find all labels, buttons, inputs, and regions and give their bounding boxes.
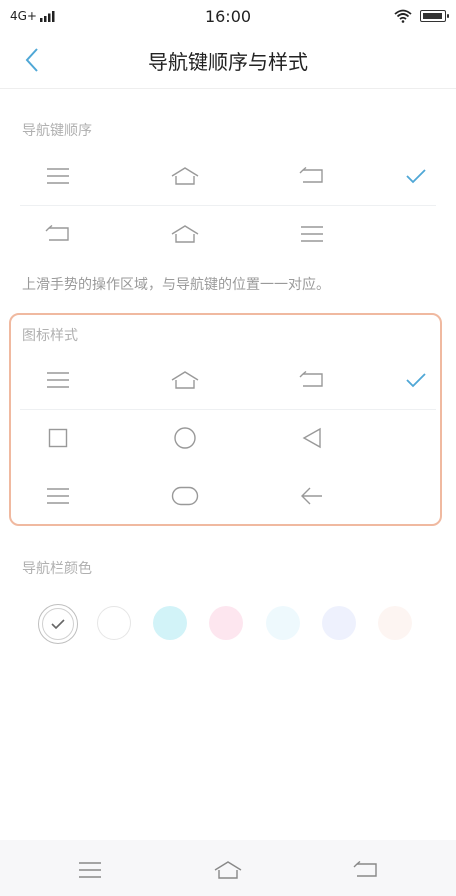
nav-back-button[interactable]	[342, 852, 390, 888]
back-icon	[28, 206, 88, 262]
menu-icon	[28, 468, 88, 524]
check-icon	[51, 619, 65, 629]
color-swatch[interactable]	[97, 606, 131, 640]
home-icon	[214, 861, 242, 879]
color-swatch-selected[interactable]	[38, 604, 78, 644]
square-icon	[28, 410, 88, 466]
color-swatch[interactable]	[153, 606, 187, 640]
gesture-note: 上滑手势的操作区域，与导航键的位置一一对应。	[22, 277, 330, 293]
home-icon	[155, 352, 215, 408]
page-title: 导航键顺序与样式	[148, 49, 308, 74]
color-section-label: 导航栏颜色	[22, 561, 92, 577]
signal-area: 4G+	[10, 9, 56, 23]
check-icon	[396, 148, 436, 204]
color-swatch[interactable]	[378, 606, 412, 640]
triangle-back-icon	[282, 410, 342, 466]
status-time: 16:00	[204, 6, 252, 26]
style-option-3[interactable]	[20, 468, 436, 524]
menu-icon	[28, 148, 88, 204]
arrow-left-icon	[282, 468, 342, 524]
network-type: 4G+	[10, 9, 37, 23]
color-swatch[interactable]	[322, 606, 356, 640]
battery-icon	[420, 10, 449, 22]
menu-icon	[79, 862, 101, 878]
style-option-1[interactable]	[20, 352, 436, 408]
navigation-bar	[0, 840, 456, 896]
color-swatch-inner	[42, 608, 74, 640]
menu-icon	[282, 206, 342, 262]
order-section-label: 导航键顺序	[22, 123, 92, 139]
back-button[interactable]	[16, 44, 48, 76]
order-option-1[interactable]	[20, 148, 436, 204]
signal-icon	[40, 10, 56, 22]
check-icon	[396, 352, 436, 408]
chevron-left-icon	[25, 48, 38, 72]
order-option-2[interactable]	[20, 206, 436, 262]
wifi-icon	[394, 9, 412, 23]
style-option-2[interactable]	[20, 410, 436, 466]
color-swatch[interactable]	[266, 606, 300, 640]
nav-home-button[interactable]	[204, 852, 252, 888]
back-icon	[282, 352, 342, 408]
back-icon	[353, 861, 377, 877]
home-icon	[155, 206, 215, 262]
circle-icon	[155, 410, 215, 466]
style-section-label: 图标样式	[22, 328, 78, 344]
status-right	[394, 9, 449, 23]
pill-icon	[155, 468, 215, 524]
home-icon	[155, 148, 215, 204]
status-bar: 4G+ 16:00	[0, 0, 456, 32]
back-icon	[282, 148, 342, 204]
header-divider	[0, 88, 456, 89]
nav-menu-button[interactable]	[66, 852, 114, 888]
color-swatch[interactable]	[209, 606, 243, 640]
title-bar: 导航键顺序与样式	[0, 32, 456, 88]
menu-icon	[28, 352, 88, 408]
